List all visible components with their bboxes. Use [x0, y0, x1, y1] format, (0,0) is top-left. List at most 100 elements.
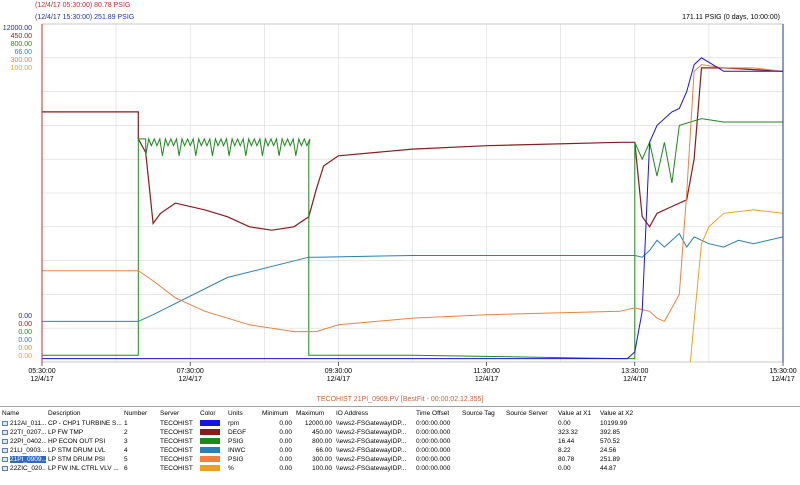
column-header[interactable]: Server [158, 407, 198, 419]
cell-io: \\ews2-FSGatewayIDP... [336, 438, 407, 445]
column-header[interactable]: Units [226, 407, 260, 419]
cell-x1: 0.00 [558, 420, 571, 427]
cell-empty [460, 419, 504, 428]
y-axis-max-label: 300.00 [11, 57, 33, 64]
table-row[interactable]: 21LI_0903... LP STM DRUM LVL 4 TECOHIST INWC… [0, 446, 800, 455]
y-axis-min-label: 0.00 [18, 345, 32, 352]
column-header[interactable]: Source Tag [460, 407, 504, 419]
table-row[interactable]: 22PI_0402... HP ECON OUT PSI 3 TECOHIST PSIG… [0, 437, 800, 446]
cell-max: 800.00 [312, 438, 332, 445]
cell-num: 6 [124, 465, 128, 472]
x-tick-time: 11:30:00 [473, 368, 500, 375]
tag-legend-table[interactable]: Name Description Number Server Color Units Min… [0, 406, 800, 485]
cell-x2: 251.89 [598, 455, 800, 464]
x-tick-date: 12/4/17 [771, 376, 794, 383]
x-tick-time: 05:30:00 [28, 368, 55, 375]
cell-offset: 0:00:00.000 [416, 465, 451, 472]
x-tick-date: 12/4/17 [623, 376, 646, 383]
cell-num: 2 [124, 429, 128, 436]
column-header[interactable]: Minimum [260, 407, 294, 419]
cell-max: 12000.00 [304, 420, 332, 427]
x-tick-date: 12/4/17 [327, 376, 350, 383]
cell-units: DEGF [228, 429, 247, 436]
table-row[interactable]: 212AI_011... CP - CHP1 TURBINE S... 1 TECOH… [0, 419, 800, 428]
tag-icon [2, 420, 8, 426]
trend-chart[interactable]: 12000.00 0.00 450.00 0.00 800.00 0.00 66.00 0.0… [0, 0, 800, 396]
y-axis-min-label: 0.00 [18, 337, 32, 344]
cell-units: PSIG [226, 455, 260, 464]
cell-server: TECOHIST [160, 447, 193, 454]
y-axis-max-label: 66.00 [14, 49, 32, 56]
cell-empty [460, 437, 504, 446]
cell-server: TECOHIST [158, 455, 198, 464]
cell-io: \\ews2-FSGatewayIDP... [336, 429, 407, 436]
cell-x1: 16.44 [558, 438, 575, 445]
color-swatch [198, 428, 226, 437]
column-header[interactable]: Maximum [294, 407, 334, 419]
cell-x2: 570.52 [600, 438, 620, 445]
cell-units: INWC [228, 447, 246, 454]
cell-units: % [228, 465, 234, 472]
y-axis-min-label: 0.00 [18, 329, 32, 336]
selected-tag-title: TECOHIST 21PI_0909.PV [BestFit - 00:00:0… [316, 396, 484, 403]
table-header-row: Name Description Number Server Color Units Min… [0, 407, 800, 419]
cell-min: 0.00 [279, 465, 292, 472]
column-header[interactable]: Color [198, 407, 226, 419]
y-axis-max-label: 12000.00 [3, 25, 32, 32]
cell-empty [460, 446, 504, 455]
cell-x1: 0.00 [558, 465, 571, 472]
tag-name: 212AI_011... [0, 419, 46, 428]
cell-empty [460, 455, 504, 464]
y-axis-max-label: 450.00 [11, 33, 33, 40]
color-swatch [198, 455, 226, 464]
cell-num: 5 [122, 455, 158, 464]
tag-icon [2, 465, 8, 471]
cell-offset: 0:00:00.000 [416, 429, 451, 436]
cell-io: \\ews2-FSGatewayIDP... [336, 465, 407, 472]
cell-empty [504, 464, 556, 473]
cell-desc: LP FW INL CTRL VLV ... [48, 465, 119, 472]
cell-max: 300.00 [294, 455, 334, 464]
x-tick-date: 12/4/17 [179, 376, 202, 383]
cell-x2: 44.87 [600, 465, 617, 472]
y-axis-min-label: 0.00 [18, 321, 32, 328]
tag-icon [2, 438, 8, 444]
color-swatch [198, 419, 226, 428]
table-row[interactable]: 22ZIC_020... LP FW INL CTRL VLV ... 6 TECOH… [0, 464, 800, 473]
table-row[interactable]: 21PI_0909... LP STM DRUM PSI 5 TECOHIST PSIG… [0, 455, 800, 464]
tag-name: 22PI_0402... [0, 437, 46, 446]
cell-empty [504, 428, 556, 437]
cell-num: 4 [124, 447, 128, 454]
cell-desc: CP - CHP1 TURBINE S... [48, 420, 122, 427]
column-header[interactable]: Value at X1 [556, 407, 598, 419]
column-header[interactable]: Time Offset [414, 407, 460, 419]
cell-num: 1 [124, 420, 128, 427]
cell-server: TECOHIST [160, 429, 193, 436]
cell-empty [460, 464, 504, 473]
x-tick-date: 12/4/17 [475, 376, 498, 383]
color-swatch [198, 446, 226, 455]
tag-name: 21PI_0909... [0, 455, 46, 464]
column-header[interactable]: Description [46, 407, 122, 419]
column-header[interactable]: Name [0, 407, 46, 419]
column-header[interactable]: Source Server [504, 407, 556, 419]
tag-icon [2, 456, 8, 462]
cell-desc: HP ECON OUT PSI [48, 438, 106, 445]
column-header[interactable]: Value at X2 [598, 407, 800, 419]
cell-min: 0.00 [279, 447, 292, 454]
cell-empty [460, 428, 504, 437]
x-axis: 05:30:0012/4/1707:30:0012/4/1709:30:0012… [28, 362, 797, 383]
cell-empty [504, 419, 556, 428]
y-axis-max-label: 800.00 [11, 41, 33, 48]
cell-min: 0.00 [279, 420, 292, 427]
tag-name: 22TI_0207... [0, 428, 46, 437]
column-header[interactable]: IO Address [334, 407, 414, 419]
cell-io: \\ews2-FSGatewayIDP... [336, 447, 407, 454]
table-row[interactable]: 22TI_0207... LP FW TMP 2 TECOHIST DEGF 0.00 45… [0, 428, 800, 437]
column-header[interactable]: Number [122, 407, 158, 419]
cell-offset: 0:00:00.000 [416, 447, 451, 454]
cell-min: 0.00 [279, 429, 292, 436]
tag-name: 21LI_0903... [0, 446, 46, 455]
cell-desc: LP FW TMP [48, 429, 84, 436]
cell-x2: 392.85 [600, 429, 620, 436]
